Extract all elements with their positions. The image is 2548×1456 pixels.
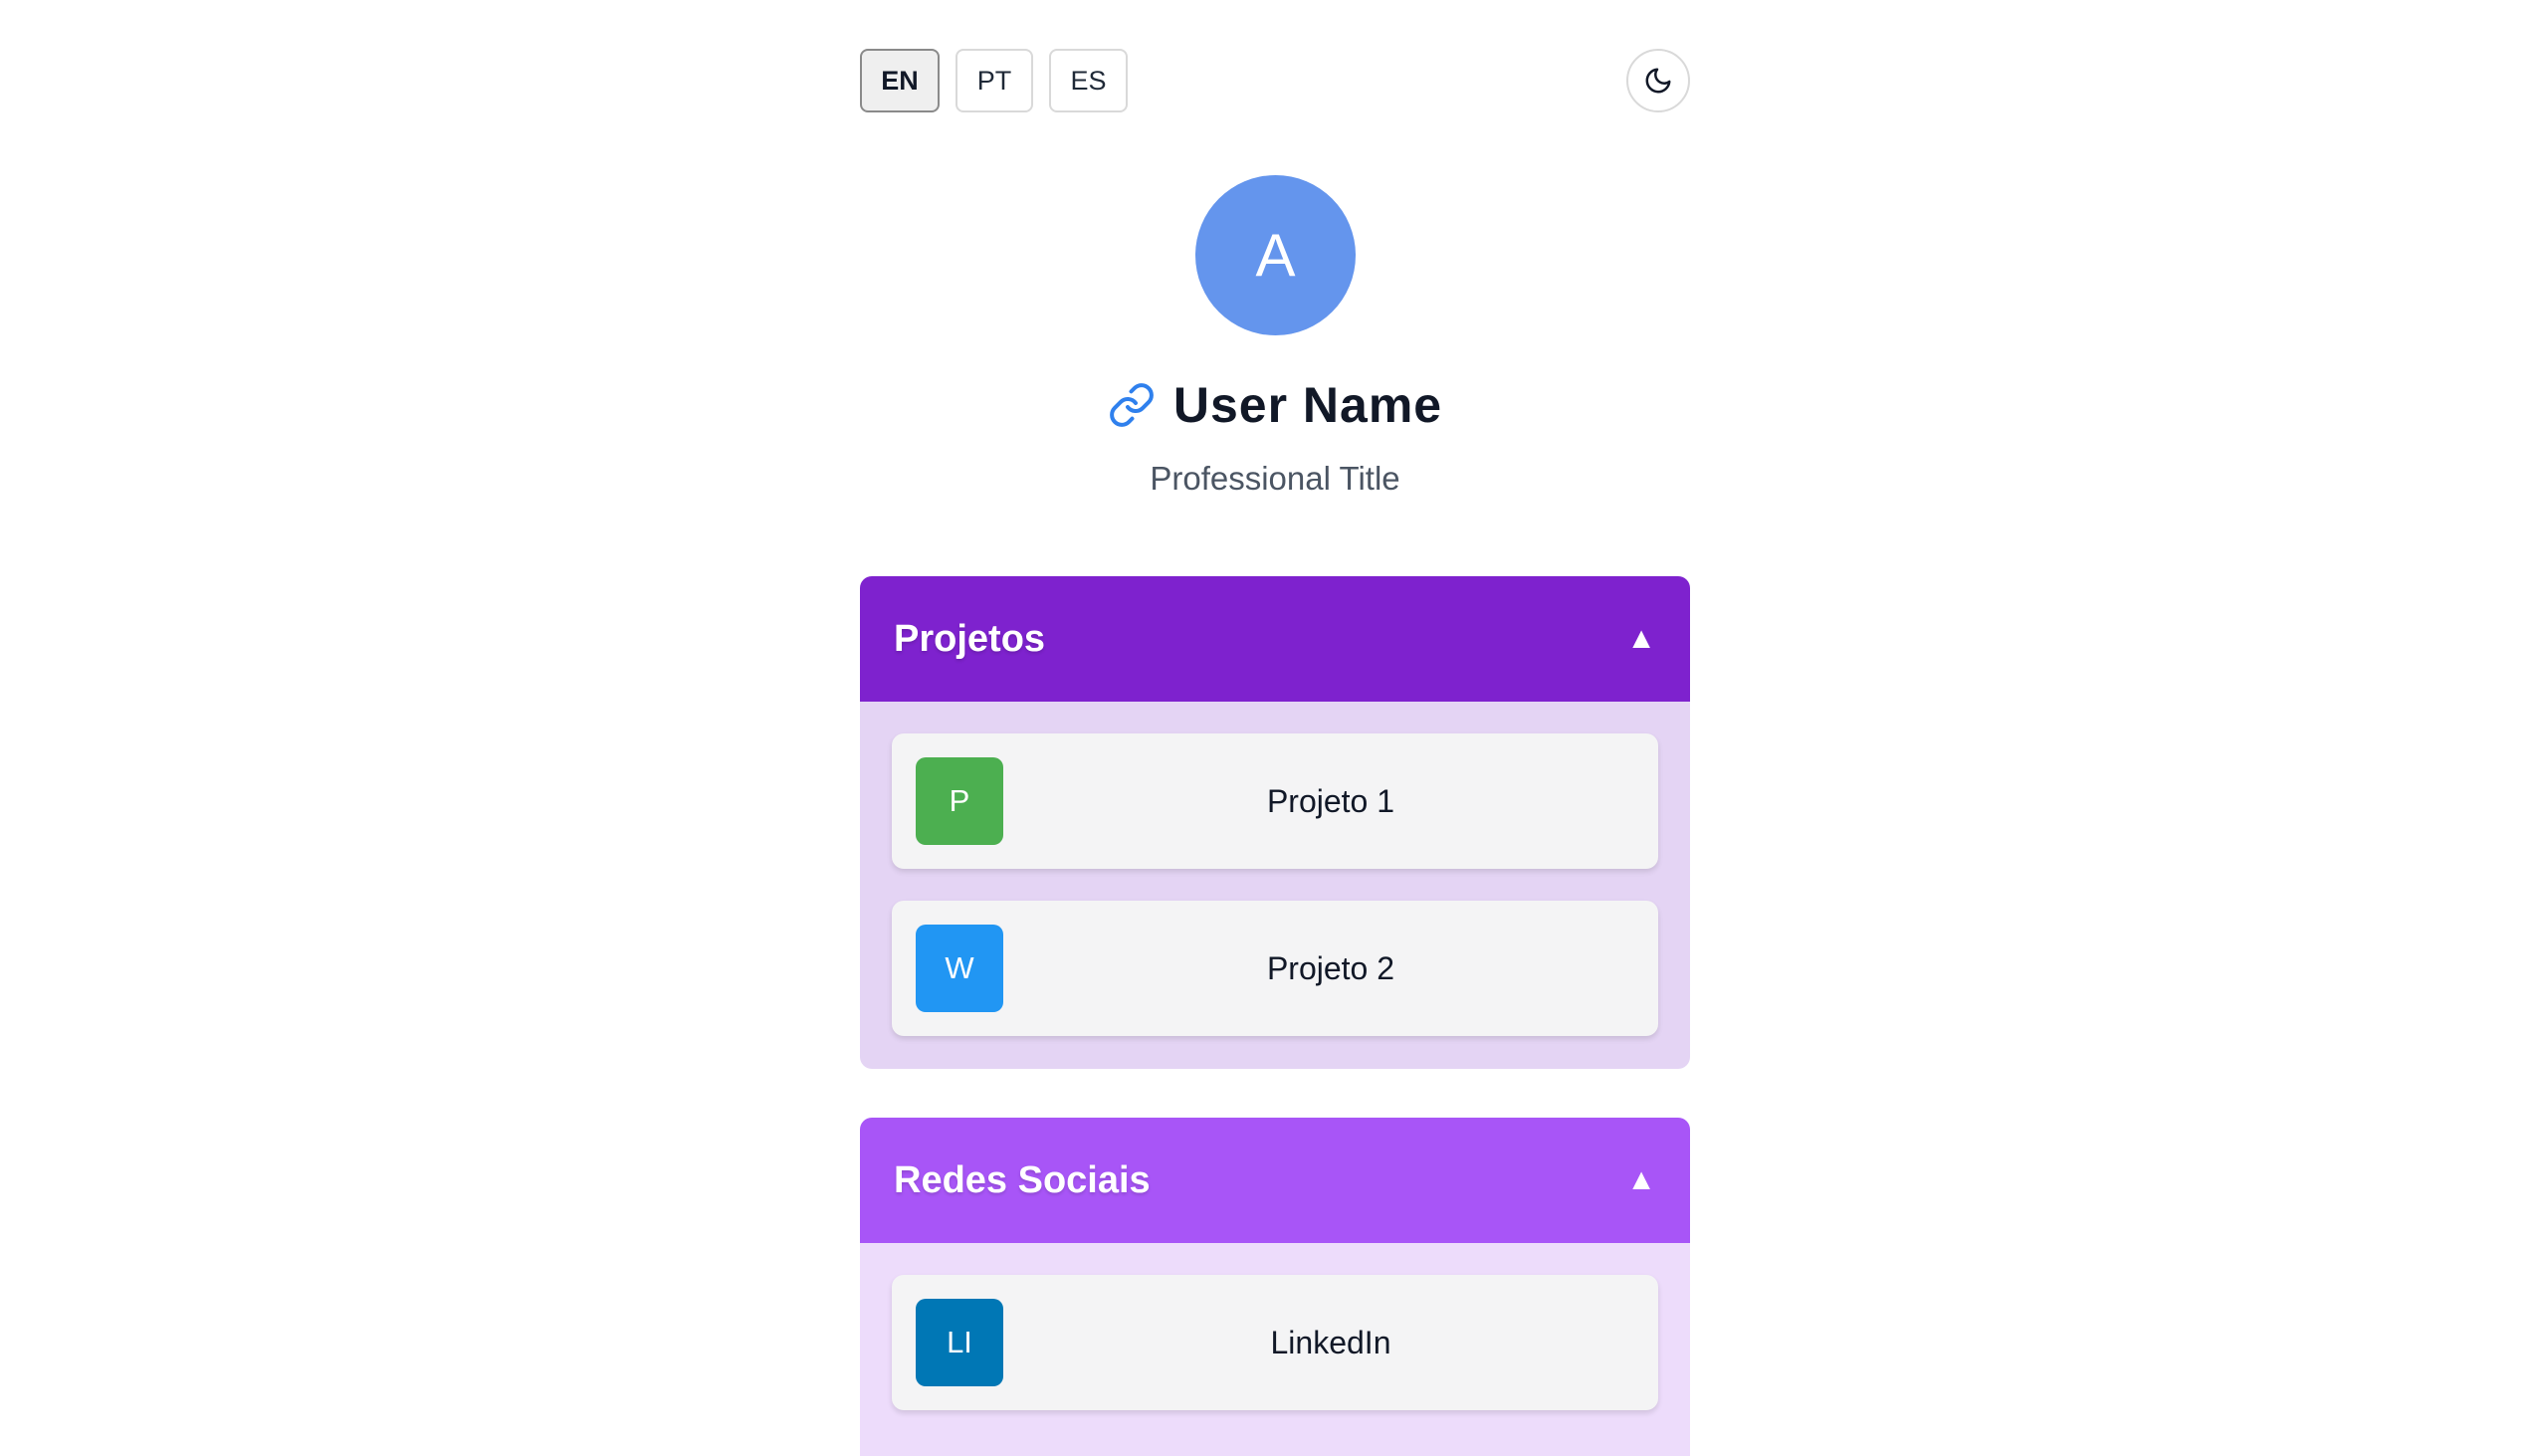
- list-item-projeto-2[interactable]: W Projeto 2: [892, 901, 1658, 1036]
- list-item-linkedin[interactable]: LI LinkedIn: [892, 1275, 1658, 1410]
- section-title: Redes Sociais: [894, 1158, 1151, 1201]
- section-projects-header[interactable]: Projetos ▲: [860, 576, 1690, 702]
- item-badge: P: [916, 757, 1003, 845]
- lang-button-es[interactable]: ES: [1049, 49, 1128, 112]
- item-badge-text: W: [945, 950, 974, 985]
- collapse-arrow-icon[interactable]: ▲: [1626, 622, 1656, 656]
- section-projects-body: P Projeto 1 W Projeto 2: [860, 702, 1690, 1036]
- list-item-projeto-1[interactable]: P Projeto 1: [892, 733, 1658, 869]
- link-icon[interactable]: [1108, 381, 1156, 429]
- collapse-arrow-icon[interactable]: ▲: [1626, 1163, 1656, 1197]
- section-social: Redes Sociais ▲ LI LinkedIn: [860, 1118, 1690, 1456]
- item-label: Projeto 2: [1266, 949, 1395, 986]
- page-container: EN PT ES A User Name Professional Title …: [860, 0, 1690, 1456]
- avatar-letter: A: [1255, 222, 1296, 289]
- profile-name-row: User Name: [860, 370, 1690, 440]
- top-bar: EN PT ES: [860, 49, 1690, 112]
- item-badge-text: LI: [947, 1325, 972, 1359]
- section-title: Projetos: [894, 617, 1046, 660]
- lang-button-en[interactable]: EN: [860, 49, 940, 112]
- section-social-body: LI LinkedIn: [860, 1243, 1690, 1410]
- item-badge: LI: [916, 1299, 1003, 1386]
- lang-button-pt[interactable]: PT: [956, 49, 1033, 112]
- profile-title: Professional Title: [1150, 460, 1400, 497]
- item-label: Projeto 1: [1266, 782, 1395, 819]
- profile-name: User Name: [1172, 377, 1443, 433]
- item-badge-text: P: [949, 783, 970, 818]
- moon-icon: [1643, 66, 1673, 96]
- item-badge: W: [916, 925, 1003, 1012]
- theme-toggle-button[interactable]: [1626, 49, 1690, 112]
- section-projects: Projetos ▲ P Projeto 1 W Projeto 2: [860, 576, 1690, 1069]
- item-label: LinkedIn: [1270, 1324, 1391, 1360]
- section-social-header[interactable]: Redes Sociais ▲: [860, 1118, 1690, 1243]
- avatar: A: [1195, 175, 1356, 335]
